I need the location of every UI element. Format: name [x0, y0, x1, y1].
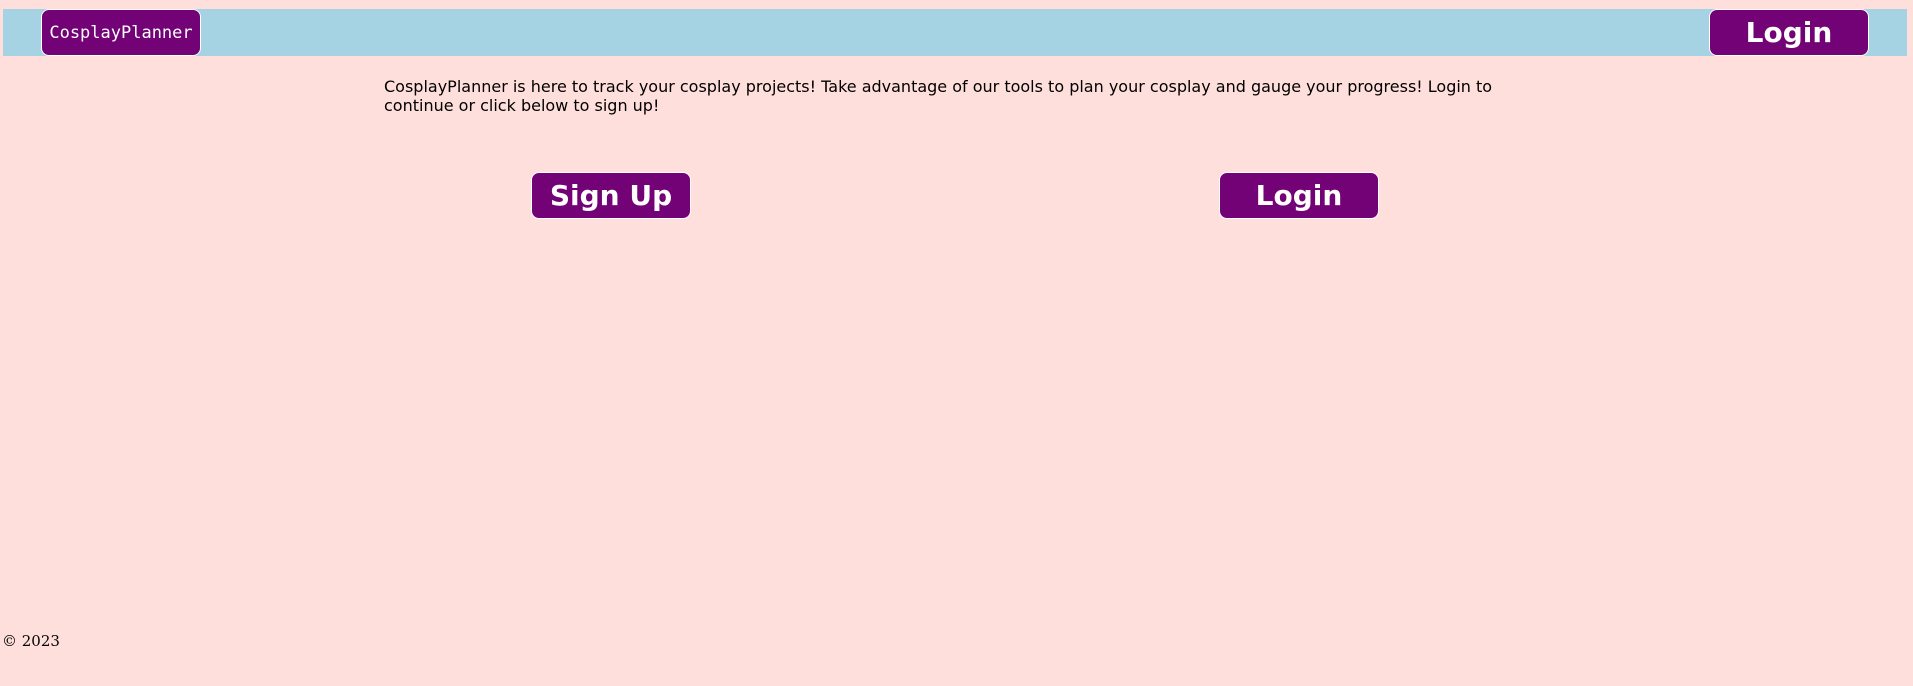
login-button[interactable]: Login [1219, 172, 1379, 219]
navbar-login-button[interactable]: Login [1709, 9, 1869, 56]
brand-logo-button[interactable]: CosplayPlanner [41, 9, 201, 56]
intro-text: CosplayPlanner is here to track your cos… [384, 77, 1493, 115]
signup-button[interactable]: Sign Up [531, 172, 691, 219]
footer-copyright: © 2023 [2, 632, 60, 650]
top-navbar: CosplayPlanner Login [3, 9, 1907, 56]
